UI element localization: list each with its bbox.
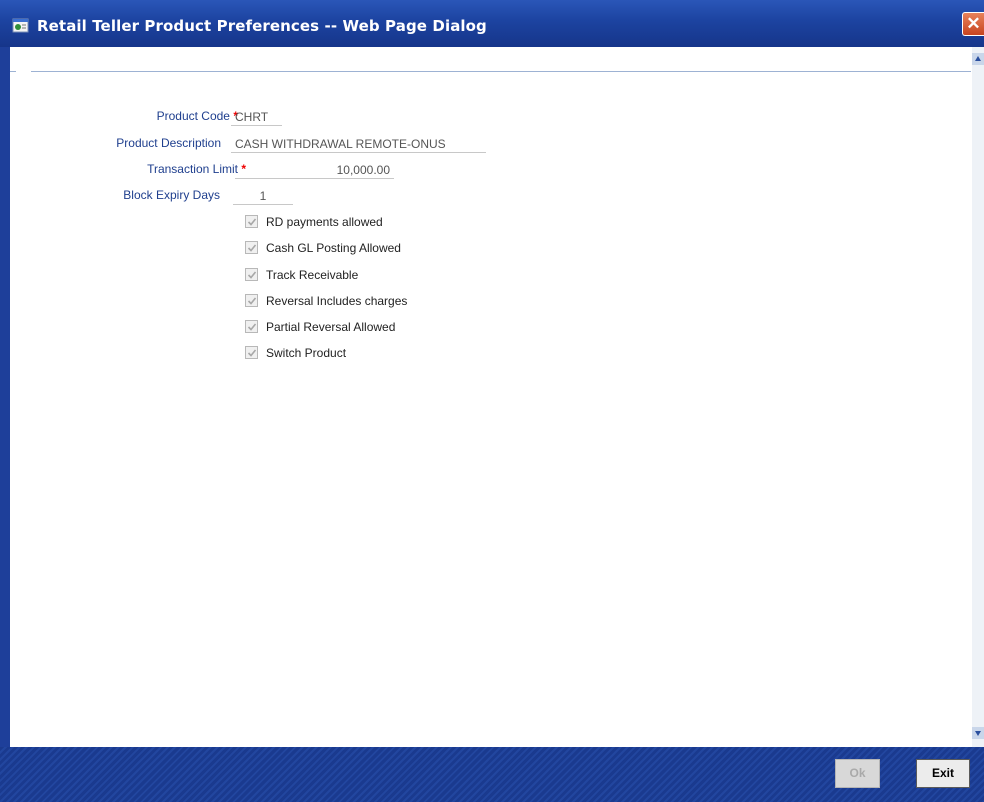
scroll-down-button[interactable]	[972, 727, 984, 739]
product-code-label: Product Code *	[156, 109, 238, 123]
checkbox-box[interactable]	[245, 215, 258, 228]
check-icon	[247, 271, 257, 279]
exit-button[interactable]: Exit	[916, 759, 970, 788]
header-divider	[31, 71, 971, 72]
arrow-down-icon	[975, 731, 981, 736]
arrow-up-icon	[975, 56, 981, 61]
checkbox-box[interactable]	[245, 346, 258, 359]
checkbox-box[interactable]	[245, 268, 258, 281]
close-icon: ✕	[966, 14, 981, 33]
dialog-content: Product Code * CHRT Product Description …	[10, 47, 972, 747]
web-dialog-icon	[12, 18, 29, 33]
title-bar: Retail Teller Product Preferences -- Web…	[0, 0, 984, 47]
block-expiry-days-field[interactable]: 1	[233, 187, 293, 205]
check-icon	[247, 349, 257, 357]
checkbox-box[interactable]	[245, 241, 258, 254]
check-icon	[247, 244, 257, 252]
check-icon	[247, 218, 257, 226]
vertical-scrollbar[interactable]	[972, 47, 984, 747]
checkbox-label: Reversal Includes charges	[266, 294, 408, 308]
product-code-field[interactable]: CHRT	[231, 108, 282, 126]
check-icon	[247, 323, 257, 331]
window-frame-left	[0, 47, 10, 747]
checkbox-label: Switch Product	[266, 346, 347, 360]
checkbox-box[interactable]	[245, 294, 258, 307]
block-expiry-days-label: Block Expiry Days	[123, 188, 220, 202]
window-title: Retail Teller Product Preferences -- Web…	[37, 17, 487, 35]
checkbox-label: RD payments allowed	[266, 215, 383, 229]
checkbox-label: Cash GL Posting Allowed	[266, 241, 401, 255]
transaction-limit-label: Transaction Limit *	[147, 162, 246, 176]
divider-tick	[10, 71, 16, 72]
product-description-field[interactable]: CASH WITHDRAWAL REMOTE-ONUS	[231, 135, 486, 153]
transaction-limit-field[interactable]: 10,000.00	[235, 161, 394, 179]
close-button[interactable]: ✕	[962, 12, 984, 36]
checkbox-box[interactable]	[245, 320, 258, 333]
checkbox-label: Track Receivable	[266, 268, 359, 282]
ok-button[interactable]: Ok	[835, 759, 880, 788]
product-description-label: Product Description	[116, 136, 221, 150]
dialog-footer: Ok Exit	[0, 747, 984, 802]
checkbox-label: Partial Reversal Allowed	[266, 320, 396, 334]
scroll-up-button[interactable]	[972, 53, 984, 65]
check-icon	[247, 297, 257, 305]
